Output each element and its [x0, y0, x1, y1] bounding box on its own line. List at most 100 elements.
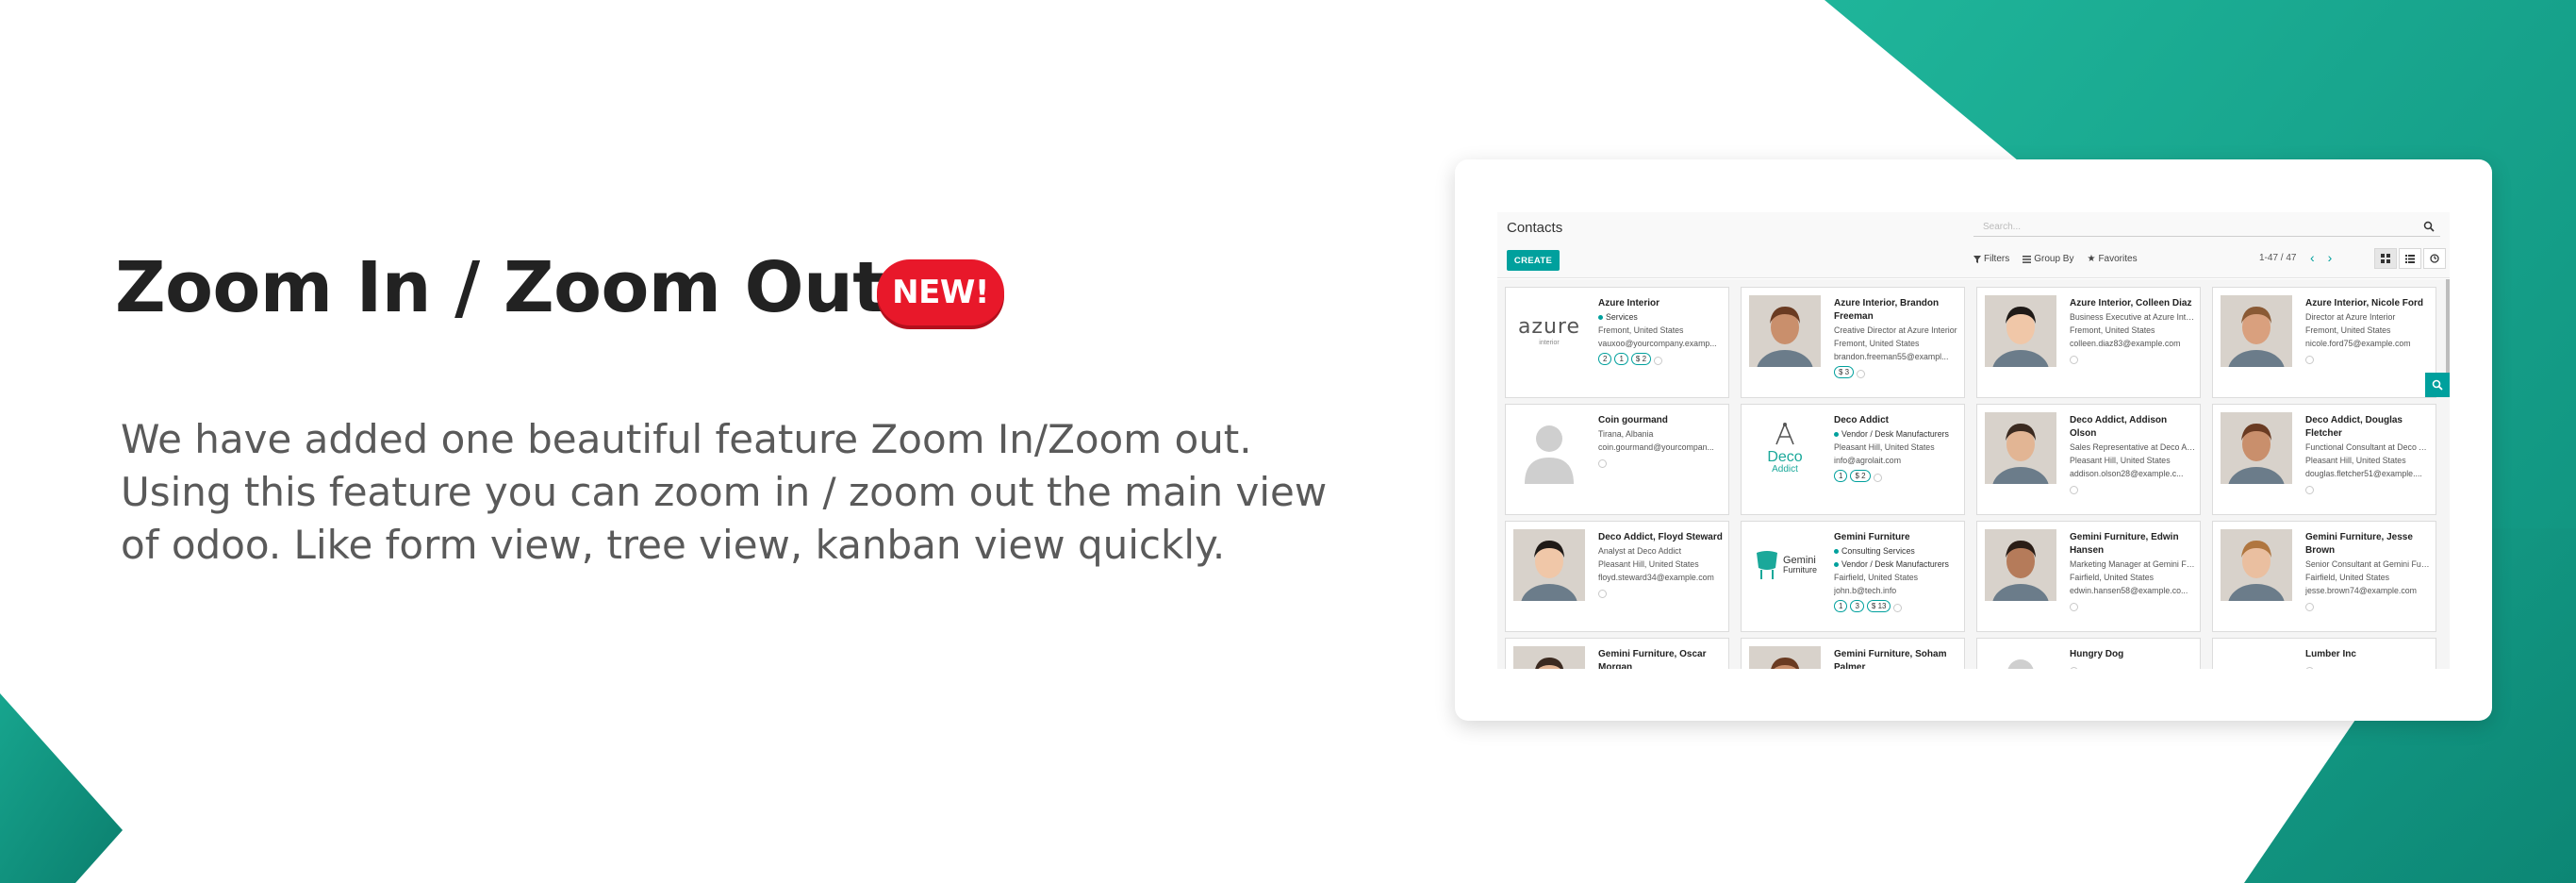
favorites-button[interactable]: ★ Favorites: [2087, 254, 2137, 264]
chair-icon: [1756, 551, 1777, 579]
smart-button-pill[interactable]: 1: [1834, 470, 1848, 482]
activity-icon: [2430, 254, 2439, 263]
smart-button-pill[interactable]: 1: [1614, 353, 1628, 365]
activity-view-button[interactable]: [2423, 248, 2446, 269]
smart-button-pill[interactable]: 1: [1834, 600, 1848, 612]
tag-dot-icon: [1834, 432, 1839, 438]
contact-card[interactable]: azure interior Azure Interior Services Fremo…: [1505, 287, 1729, 398]
contact-photo: [1513, 646, 1585, 669]
contact-card[interactable]: Gemini Furniture, Edwin Hansen Marketing …: [1976, 521, 2201, 632]
contact-photo: [1749, 646, 1821, 669]
contact-card[interactable]: Azure Interior, Colleen Diaz Business Exe…: [1976, 287, 2201, 398]
contact-info: Azure Interior, Colleen Diaz Business Exe…: [2070, 297, 2196, 364]
contact-name: Deco Addict: [1834, 415, 1889, 425]
bars-icon: [2023, 255, 2032, 263]
contact-detail: Creative Director at Azure Interior: [1834, 325, 1957, 335]
filters-button[interactable]: Filters: [1973, 254, 2009, 264]
activity-circle-icon[interactable]: [2305, 603, 2314, 611]
contact-card[interactable]: Coin gourmand Tirana, Albania coin.gourman…: [1505, 404, 1729, 515]
activity-circle-icon[interactable]: [2070, 486, 2078, 494]
contact-photo-image: [1513, 529, 1585, 601]
tag-label: Consulting Services: [1841, 546, 1915, 556]
smart-button-pill[interactable]: $ 13: [1866, 600, 1891, 612]
contact-card[interactable]: Azure Interior, Nicole Ford Director at A…: [2212, 287, 2436, 398]
contact-detail: Fremont, United States: [1598, 325, 1684, 335]
contact-card[interactable]: Gemini Furniture, Soham Palmer: [1741, 638, 1965, 669]
search-icon[interactable]: [2423, 221, 2435, 232]
empty-thumbnail: [2221, 646, 2292, 669]
contact-card[interactable]: Hungry Dog: [1976, 638, 2201, 669]
smart-button-pill[interactable]: 2: [1598, 353, 1612, 365]
contact-detail: addison.olson28@example.c...: [2070, 469, 2184, 478]
contact-card[interactable]: Azure Interior, Brandon Freeman Creative …: [1741, 287, 1965, 398]
contact-photo-image: [1985, 412, 2056, 484]
contact-card[interactable]: Deco Addict, Floyd Steward Analyst at Dec…: [1505, 521, 1729, 632]
contact-info: Deco Addict, Floyd Steward Analyst at Dec…: [1598, 531, 1725, 598]
contact-card[interactable]: Deco Addict Deco Addict Vendor / Desk Manuf…: [1741, 404, 1965, 515]
pager-arrows: ‹ ›: [2310, 250, 2332, 265]
contact-photo: [2221, 295, 2292, 367]
contact-info: Gemini Furniture, Soham Palmer: [1834, 648, 1960, 669]
logo-text: azure: [1517, 314, 1581, 339]
contact-card[interactable]: Gemini Furniture Gemini Furniture Consultin…: [1741, 521, 1965, 632]
chevron-left-icon[interactable]: ‹: [2310, 250, 2315, 265]
activity-circle-icon[interactable]: [1654, 356, 1663, 365]
search-input[interactable]: [1973, 218, 2407, 235]
smart-button-pill[interactable]: $ 3: [1834, 366, 1855, 378]
smart-button-pill[interactable]: 3: [1850, 600, 1864, 612]
smart-button-pill[interactable]: $ 2: [1850, 470, 1871, 482]
activity-circle-icon[interactable]: [1857, 369, 1866, 378]
activity-circle-icon[interactable]: [2070, 603, 2078, 611]
contact-detail: Analyst at Deco Addict: [1598, 546, 1682, 556]
contact-name: Deco Addict, Floyd Steward: [1598, 532, 1723, 542]
activity-circle-icon[interactable]: [1598, 459, 1607, 468]
activity-circle-icon[interactable]: [2305, 667, 2314, 669]
activity-circle-icon[interactable]: [2070, 667, 2078, 669]
tag-dot-icon: [1598, 315, 1603, 321]
hero-description-line: We have added one beautiful feature Zoom…: [121, 416, 1252, 462]
contact-photo-image: [2221, 529, 2292, 601]
activity-circle-icon[interactable]: [1893, 603, 1903, 612]
chevron-right-icon[interactable]: ›: [2328, 250, 2333, 265]
contact-detail: Functional Consultant at Deco Ad...: [2305, 442, 2432, 452]
contact-info: Lumber Inc: [2305, 648, 2432, 669]
activity-circle-icon[interactable]: [2305, 356, 2314, 364]
breadcrumb[interactable]: Contacts: [1507, 220, 1562, 236]
star-icon: ★: [2087, 254, 2096, 264]
contact-detail: Fairfield, United States: [1834, 573, 1918, 582]
company-logo: azure interior: [1513, 295, 1585, 367]
kanban-view-button[interactable]: [2374, 248, 2397, 269]
hero-description-line: Using this feature you can zoom in / zoo…: [121, 469, 1328, 515]
contact-card[interactable]: Lumber Inc: [2212, 638, 2436, 669]
contact-info: Azure Interior, Nicole Ford Director at A…: [2305, 297, 2432, 364]
contact-info: Hungry Dog: [2070, 648, 2196, 669]
activity-circle-icon[interactable]: [1598, 590, 1607, 598]
contact-photo: [1985, 295, 2056, 367]
contact-card[interactable]: Deco Addict, Addison Olson Sales Represen…: [1976, 404, 2201, 515]
activity-circle-icon[interactable]: [2070, 356, 2078, 364]
smart-button-pill[interactable]: $ 2: [1630, 353, 1652, 365]
zoom-button[interactable]: [2425, 373, 2450, 397]
contact-photo-image: [1749, 646, 1821, 669]
activity-circle-icon[interactable]: [1873, 473, 1882, 482]
list-view-button[interactable]: [2399, 248, 2421, 269]
smart-buttons: 2 1 $ 2: [1598, 353, 1725, 365]
filter-icon: [1973, 255, 1981, 263]
contact-detail: Tirana, Albania: [1598, 429, 1654, 439]
logo-text: Deco: [1767, 449, 1803, 465]
contact-photo: [1985, 412, 2056, 484]
contact-card[interactable]: Gemini Furniture, Jesse Brown Senior Cons…: [2212, 521, 2436, 632]
contact-name: Deco Addict, Addison Olson: [2070, 415, 2168, 439]
contact-card[interactable]: Deco Addict, Douglas Fletcher Functional …: [2212, 404, 2436, 515]
contact-detail: jesse.brown74@example.com: [2305, 586, 2417, 595]
filters-label: Filters: [1984, 254, 2010, 264]
create-button[interactable]: CREATE: [1507, 250, 1560, 271]
search-bar[interactable]: [1973, 218, 2440, 237]
contact-info: Gemini Furniture, Edwin Hansen Marketing …: [2070, 531, 2196, 611]
activity-circle-icon[interactable]: [2305, 486, 2314, 494]
company-logo: Gemini Furniture: [1749, 529, 1821, 601]
pager-value[interactable]: 1-47 / 47: [2259, 253, 2296, 263]
group-by-button[interactable]: Group By: [2023, 254, 2073, 264]
contact-card[interactable]: Gemini Furniture, Oscar Morgan: [1505, 638, 1729, 669]
search-options: Filters Group By ★ Favorites: [1973, 254, 2138, 264]
